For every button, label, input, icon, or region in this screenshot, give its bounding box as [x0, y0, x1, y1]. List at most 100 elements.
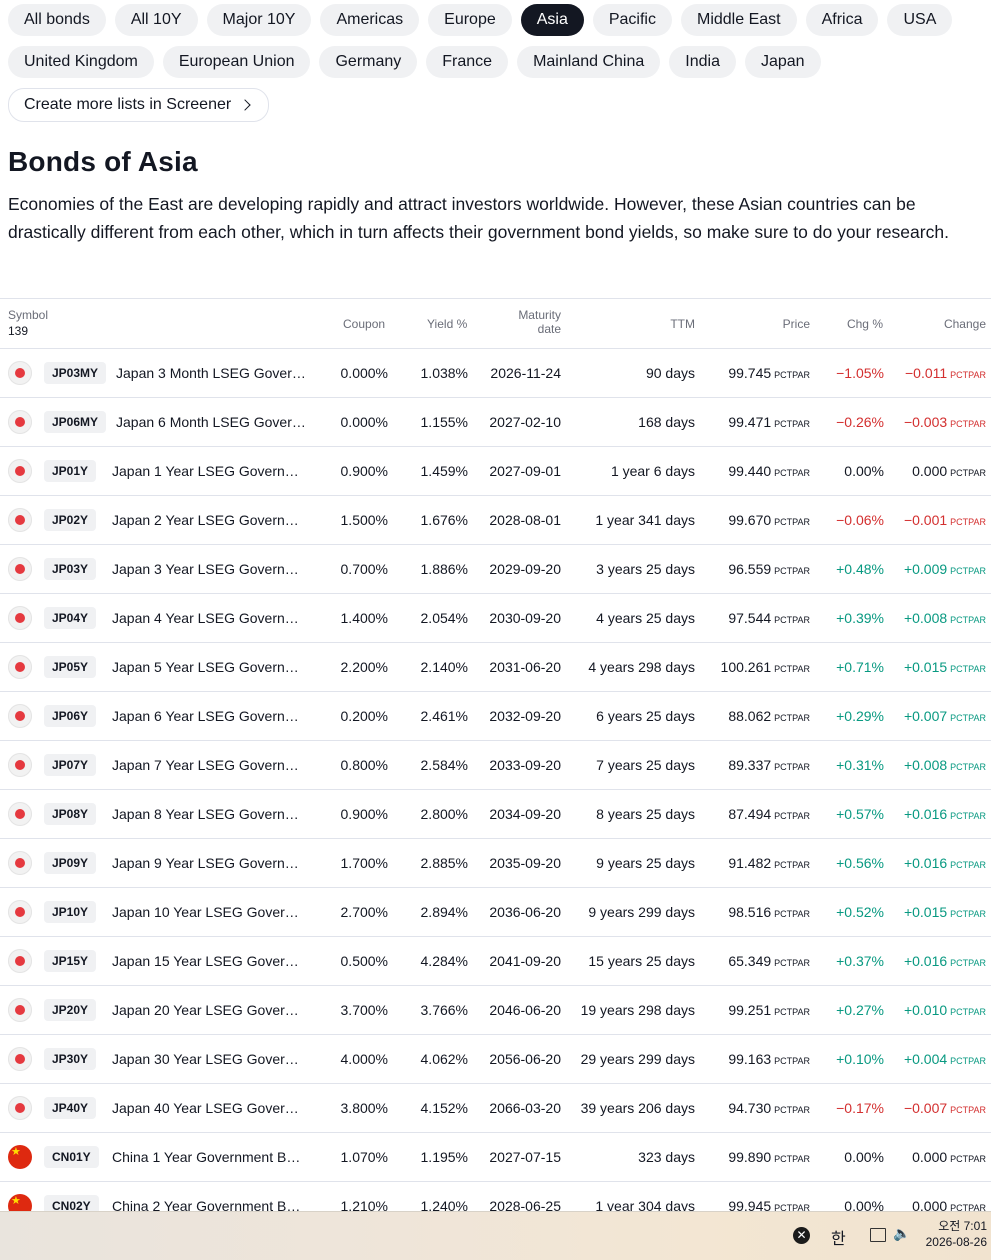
yield-cell: 2.054% — [420, 610, 468, 626]
table-row[interactable]: JP15Y Japan 15 Year LSEG Govern… 0.500% 4.2… — [0, 937, 991, 986]
bond-ticker[interactable]: JP09Y — [44, 852, 97, 874]
yield-cell: 1.155% — [420, 414, 468, 430]
bond-name[interactable]: Japan 30 Year LSEG Govern… — [112, 1035, 302, 1083]
header-symbol[interactable]: Symbol — [8, 308, 48, 322]
bond-name[interactable]: Japan 7 Year LSEG Governm… — [112, 741, 302, 789]
bond-name[interactable]: Japan 3 Year LSEG Governm… — [112, 545, 302, 593]
bond-ticker[interactable]: JP08Y — [44, 803, 97, 825]
chip-americas[interactable]: Americas — [320, 4, 420, 36]
chip-usa[interactable]: USA — [887, 4, 953, 36]
header-coupon[interactable]: Coupon — [343, 317, 385, 331]
header-maturity[interactable]: Maturity date — [490, 308, 561, 336]
chip-pacific[interactable]: Pacific — [592, 4, 672, 36]
bond-name[interactable]: Japan 4 Year LSEG Governm… — [112, 594, 302, 642]
bond-name[interactable]: Japan 6 Month LSEG Govern… — [116, 398, 306, 446]
bond-name[interactable]: Japan 10 Year LSEG Govern… — [112, 888, 302, 936]
bond-name[interactable]: Japan 5 Year LSEG Governm… — [112, 643, 302, 691]
table-row[interactable]: JP07Y Japan 7 Year LSEG Governm… 0.800% 2.5… — [0, 741, 991, 790]
chip-france[interactable]: France — [426, 46, 509, 78]
price-value: 65.349 — [728, 953, 772, 969]
chg-pct-cell: +0.39% — [836, 610, 884, 626]
bond-ticker[interactable]: JP20Y — [44, 999, 97, 1021]
ttm-cell: 7 years 25 days — [596, 757, 695, 773]
chip-middle-east[interactable]: Middle East — [680, 4, 797, 36]
bond-ticker[interactable]: JP01Y — [44, 460, 97, 482]
bond-name[interactable]: Japan 1 Year LSEG Governm… — [112, 447, 302, 495]
maturity-cell: 2027-07-15 — [489, 1149, 561, 1165]
bond-ticker[interactable]: JP06MY — [44, 411, 107, 433]
chip-india[interactable]: India — [669, 46, 736, 78]
change-cell: +0.008 PCTPAR — [890, 594, 986, 642]
header-chg-pct[interactable]: Chg % — [830, 317, 883, 331]
clock-date: 2026-08-26 — [925, 1235, 987, 1249]
header-change[interactable]: Change — [905, 317, 986, 331]
table-row[interactable]: JP02Y Japan 2 Year LSEG Governm… 1.500% 1.6… — [0, 496, 991, 545]
table-row[interactable]: JP05Y Japan 5 Year LSEG Governm… 2.200% 2.1… — [0, 643, 991, 692]
chip-africa[interactable]: Africa — [805, 4, 879, 36]
table-row[interactable]: JP20Y Japan 20 Year LSEG Govern… 3.700% 3.7… — [0, 986, 991, 1035]
bond-ticker[interactable]: JP10Y — [44, 901, 97, 923]
bond-name[interactable]: Japan 20 Year LSEG Govern… — [112, 986, 302, 1034]
bond-ticker[interactable]: JP07Y — [44, 754, 97, 776]
price-unit: PCTPAR — [774, 566, 810, 576]
bond-ticker[interactable]: JP06Y — [44, 705, 97, 727]
table-row[interactable]: JP06Y Japan 6 Year LSEG Governm… 0.200% 2.4… — [0, 692, 991, 741]
chip-major-10y[interactable]: Major 10Y — [206, 4, 312, 36]
bond-ticker[interactable]: JP02Y — [44, 509, 97, 531]
bond-name[interactable]: Japan 6 Year LSEG Governm… — [112, 692, 302, 740]
network-icon[interactable] — [870, 1228, 886, 1242]
bond-name[interactable]: Japan 3 Month LSEG Govern… — [116, 349, 306, 397]
table-row[interactable]: JP40Y Japan 40 Year LSEG Govern… 3.800% 4.1… — [0, 1084, 991, 1133]
system-clock[interactable]: 오전 7:01 2026-08-26 — [926, 1218, 987, 1250]
bond-ticker[interactable]: JP40Y — [44, 1097, 97, 1119]
chip-germany[interactable]: Germany — [319, 46, 418, 78]
change-cell: +0.008 PCTPAR — [890, 741, 986, 789]
screener-button-label: Create more lists in Screener — [24, 96, 232, 113]
volume-icon[interactable]: 🔈 — [893, 1225, 910, 1242]
change-value: +0.016 — [903, 953, 948, 969]
price-cell: 97.544 PCTPAR — [700, 594, 810, 642]
header-price[interactable]: Price — [740, 317, 810, 331]
bond-ticker[interactable]: JP03MY — [44, 362, 107, 384]
bond-ticker[interactable]: JP05Y — [44, 656, 97, 678]
chip-mainland-china[interactable]: Mainland China — [517, 46, 661, 78]
bond-name[interactable]: Japan 40 Year LSEG Govern… — [112, 1084, 302, 1132]
header-ttm[interactable]: TTM — [620, 317, 695, 331]
chip-united-kingdom[interactable]: United Kingdom — [8, 46, 154, 78]
table-row[interactable]: CN01Y China 1 Year Government Bo… 1.070% 1.… — [0, 1133, 991, 1182]
table-row[interactable]: JP09Y Japan 9 Year LSEG Governm… 1.700% 2.8… — [0, 839, 991, 888]
table-row[interactable]: JP30Y Japan 30 Year LSEG Govern… 4.000% 4.0… — [0, 1035, 991, 1084]
table-row[interactable]: JP04Y Japan 4 Year LSEG Governm… 1.400% 2.0… — [0, 594, 991, 643]
bond-ticker[interactable]: CN01Y — [44, 1146, 99, 1168]
close-circle-icon[interactable]: ✕ — [793, 1227, 810, 1244]
chip-all-10y[interactable]: All 10Y — [114, 4, 198, 36]
header-yield[interactable]: Yield % — [427, 317, 467, 331]
table-row[interactable]: JP03MY Japan 3 Month LSEG Govern… 0.000% 1.… — [0, 349, 991, 398]
chip-european-union[interactable]: European Union — [162, 46, 311, 78]
bond-name[interactable]: Japan 9 Year LSEG Governm… — [112, 839, 302, 887]
bond-ticker[interactable]: JP03Y — [44, 558, 97, 580]
ime-indicator[interactable]: 한 — [831, 1225, 846, 1249]
chg-pct-cell: +0.10% — [836, 1051, 884, 1067]
change-unit: PCTPAR — [950, 468, 986, 478]
bond-name[interactable]: Japan 8 Year LSEG Governm… — [112, 790, 302, 838]
bond-name[interactable]: Japan 2 Year LSEG Governm… — [112, 496, 302, 544]
table-row[interactable]: JP06MY Japan 6 Month LSEG Govern… 0.000% 1.… — [0, 398, 991, 447]
chip-japan[interactable]: Japan — [744, 46, 821, 78]
price-unit: PCTPAR — [774, 811, 810, 821]
table-row[interactable]: JP10Y Japan 10 Year LSEG Govern… 2.700% 2.8… — [0, 888, 991, 937]
chip-asia[interactable]: Asia — [520, 4, 584, 36]
chip-europe[interactable]: Europe — [428, 4, 512, 36]
bond-name[interactable]: China 1 Year Government Bo… — [112, 1133, 302, 1181]
bond-ticker[interactable]: JP15Y — [44, 950, 97, 972]
bond-name[interactable]: Japan 15 Year LSEG Govern… — [112, 937, 302, 985]
create-lists-screener-button[interactable]: Create more lists in Screener — [8, 88, 270, 122]
bond-ticker[interactable]: JP04Y — [44, 607, 97, 629]
table-row[interactable]: JP08Y Japan 8 Year LSEG Governm… 0.900% 2.8… — [0, 790, 991, 839]
maturity-cell: 2034-09-20 — [489, 806, 561, 822]
table-row[interactable]: JP03Y Japan 3 Year LSEG Governm… 0.700% 1.8… — [0, 545, 991, 594]
bond-ticker[interactable]: JP30Y — [44, 1048, 97, 1070]
table-row[interactable]: JP01Y Japan 1 Year LSEG Governm… 0.900% 1.4… — [0, 447, 991, 496]
price-cell: 94.730 PCTPAR — [700, 1084, 810, 1132]
chip-all-bonds[interactable]: All bonds — [8, 4, 106, 36]
